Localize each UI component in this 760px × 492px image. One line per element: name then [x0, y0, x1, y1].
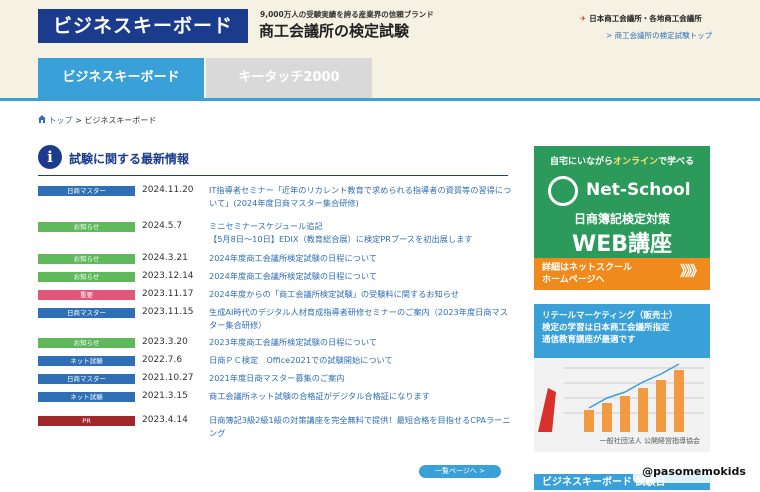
news-date: 2023.3.20	[142, 337, 188, 347]
tab-bar: ビジネスキーボード キータッチ2000	[0, 58, 760, 100]
netschool-footer: 詳細はネットスクール ホームページへ 》》》	[534, 258, 710, 290]
watermark: @pasomemokids	[633, 461, 755, 483]
category-badge: ネット試験	[38, 356, 135, 366]
retail-line1: リテールマーケティング（販売士）	[542, 311, 678, 321]
tab-business-keyboard[interactable]: ビジネスキーボード	[38, 58, 204, 100]
retail-marketing-banner[interactable]: リテールマーケティング（販売士） 検定の学習は日本商工会議所指定 通信教育講座が…	[534, 304, 710, 452]
retail-banner-header: リテールマーケティング（販売士） 検定の学習は日本商工会議所指定 通信教育講座が…	[534, 304, 710, 358]
news-link[interactable]: IT指導者セミナー「近年のリカレント教育で求められる指導者の資質等の習得について…	[209, 184, 514, 210]
tagline-small: 9,000万人の受験実績を誇る産業界の信頼ブランド	[260, 10, 434, 19]
category-badge: 日商マスター	[38, 186, 135, 196]
news-row: PR 2023.4.14 日商簿記3級2級1級の対策講座を完全無料で提供！最短合格を…	[38, 414, 513, 446]
news-link[interactable]: 日商ＰＣ検定 Office2021での試験開始について	[209, 354, 514, 367]
news-row: お知らせ 2023.3.20 2023年度商工会議所検定試験の日程について	[38, 336, 513, 354]
news-row: ネット試験 2022.7.6 日商ＰＣ検定 Office2021での試験開始について	[38, 354, 513, 372]
breadcrumb: トップ > ビジネスキーボード	[38, 115, 156, 126]
news-link[interactable]: 2024年度商工会議所検定試験の日程について	[209, 270, 514, 283]
retail-line2: 検定の学習は日本商工会議所指定	[542, 323, 670, 333]
news-date: 2023.11.17	[142, 289, 194, 299]
news-date: 2023.12.14	[142, 271, 194, 281]
site-logo[interactable]: ビジネスキーボード	[38, 9, 248, 43]
news-date: 2024.3.21	[142, 253, 188, 263]
more-list-button[interactable]: 一覧ページへ >	[419, 465, 501, 478]
news-date: 2023.11.15	[142, 307, 194, 317]
news-link[interactable]: 2023年度商工会議所検定試験の日程について	[209, 336, 514, 349]
tab-underline	[0, 98, 760, 101]
tagline-big: 商工会議所の検定試験	[259, 22, 410, 40]
retail-line3: 通信教育講座が最適です	[542, 335, 636, 345]
category-badge: お知らせ	[38, 338, 135, 348]
news-row: お知らせ 2024.3.21 2024年度商工会議所検定試験の日程について	[38, 252, 513, 270]
news-row: ネット試験 2021.3.15 商工会議所ネット試験の合格証がデジタル合格証になりま…	[38, 390, 513, 414]
news-link[interactable]: 商工会議所ネット試験の合格証がデジタル合格証になります	[209, 390, 514, 403]
site-header: ビジネスキーボード 9,000万人の受験実績を誇る産業界の信頼ブランド 商工会議…	[0, 0, 760, 58]
news-row: 重要 2023.11.17 2024年度からの「商工会議所検定試験」の受験料に関する…	[38, 288, 513, 306]
news-date: 2023.4.14	[142, 415, 188, 425]
news-link[interactable]: 生成AI時代のデジタル人材育成指導者研修セミナーのご案内（2023年度日商マスタ…	[209, 306, 514, 332]
netschool-banner[interactable]: 自宅にいながらオンラインで学べる Net-School 日商簿記検定対策 WEB…	[534, 146, 710, 290]
category-badge: ネット試験	[38, 392, 135, 402]
section-divider	[38, 175, 508, 176]
netschool-brand: Net-School	[586, 180, 691, 200]
retail-banner-footer: 一般社団法人 公開経営指導協会	[599, 437, 700, 445]
section-header: i 試験に関する最新情報	[38, 145, 508, 171]
news-link[interactable]: 2024年度商工会議所検定試験の日程について	[209, 252, 514, 265]
news-date: 2024.11.20	[142, 185, 194, 195]
category-badge: お知らせ	[38, 222, 135, 232]
news-date: 2021.10.27	[142, 373, 194, 383]
news-row: お知らせ 2023.12.14 2024年度商工会議所検定試験の日程について	[38, 270, 513, 288]
news-link[interactable]: 2021年度日商マスター募集のご案内	[209, 372, 514, 385]
news-date: 2024.5.7	[142, 221, 183, 231]
bar-chart-illustration-icon	[538, 363, 704, 432]
news-link[interactable]: ミニセミナースケジュール追記 【5月8日〜10日】EDIX（教育総合展）に検定P…	[209, 220, 514, 246]
chevron-right-icon: 》》》	[680, 264, 704, 280]
netschool-web-course: WEB講座	[571, 232, 673, 257]
news-date: 2021.3.15	[142, 391, 188, 401]
category-badge: お知らせ	[38, 254, 135, 264]
news-row: 日商マスター 2024.11.20 IT指導者セミナー「近年のリカレント教育で求めら…	[38, 184, 513, 220]
breadcrumb-current: ビジネスキーボード	[84, 116, 157, 125]
netschool-subtitle: 日商簿記検定対策	[573, 212, 670, 226]
netschool-logo-icon	[548, 176, 578, 206]
news-list: 日商マスター 2024.11.20 IT指導者セミナー「近年のリカレント教育で求めら…	[38, 184, 513, 446]
news-link[interactable]: 日商簿記3級2級1級の対策講座を完全無料で提供！最短合格を目指せるCPAラーニン…	[209, 414, 514, 440]
news-date: 2022.7.6	[142, 355, 183, 365]
netschool-top-text: 自宅にいながらオンラインで学べる	[549, 157, 695, 167]
jcci-label[interactable]: ✈ 日本商工会議所・各地商工会議所	[580, 13, 702, 24]
category-badge: 日商マスター	[38, 374, 135, 384]
news-row: お知らせ 2024.5.7 ミニセミナースケジュール追記 【5月8日〜10日】EDI…	[38, 220, 513, 252]
home-icon	[38, 115, 46, 123]
category-badge: 重要	[38, 290, 135, 300]
jcci-logo-icon: ✈	[580, 14, 587, 23]
exam-top-link[interactable]: > 商工会議所の検定試験トップ	[606, 30, 712, 41]
category-badge: お知らせ	[38, 272, 135, 282]
news-row: 日商マスター 2023.11.15 生成AI時代のデジタル人材育成指導者研修セミナー…	[38, 306, 513, 336]
category-badge: 日商マスター	[38, 308, 135, 318]
news-link[interactable]: 2024年度からの「商工会議所検定試験」の受験料に関するお知らせ	[209, 288, 514, 301]
breadcrumb-home[interactable]: トップ	[49, 116, 73, 125]
section-title: 試験に関する最新情報	[69, 152, 190, 166]
tab-keytouch-2000[interactable]: キータッチ2000	[206, 58, 372, 100]
jcci-text: 日本商工会議所・各地商工会議所	[589, 14, 702, 23]
category-badge: PR	[38, 416, 135, 426]
info-icon: i	[38, 145, 62, 169]
news-row: 日商マスター 2021.10.27 2021年度日商マスター募集のご案内	[38, 372, 513, 390]
breadcrumb-separator: >	[75, 116, 82, 125]
